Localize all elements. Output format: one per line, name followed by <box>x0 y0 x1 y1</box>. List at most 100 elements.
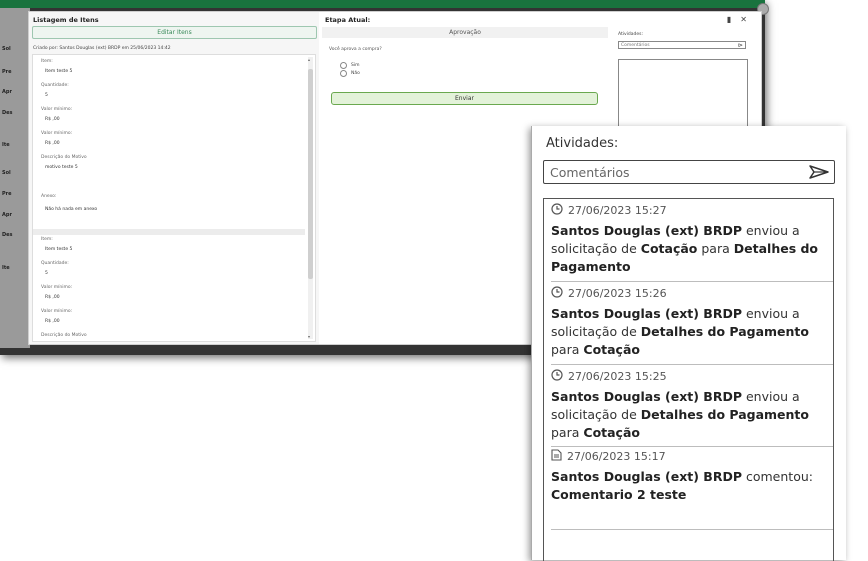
activity-conj: para <box>551 342 580 357</box>
reason-label: Descrição do Motivo <box>41 333 87 338</box>
activity-entry: 27/06/2023 15:27 Santos Douglas (ext) BR… <box>551 202 833 276</box>
divider <box>551 281 833 282</box>
quantity-value: 5 <box>45 93 48 98</box>
radio-button[interactable] <box>340 70 347 77</box>
activity-to: Cotação <box>583 425 640 440</box>
activities-list[interactable]: 27/06/2023 15:27 Santos Douglas (ext) BR… <box>543 198 834 561</box>
max-value: R$ ,00 <box>45 319 60 324</box>
items-panel: Listagem de Itens Editar Itens Criado po… <box>29 12 319 344</box>
reason-label: Descrição do Motivo <box>41 155 87 160</box>
max-value: R$ ,00 <box>45 141 60 146</box>
created-by-text: Criado por: Santos Douglas (ext) BRDP em… <box>33 46 171 51</box>
max-value-label: Valor mínimo: <box>41 131 73 136</box>
radio-button[interactable] <box>340 62 347 69</box>
min-value-label: Valor mínimo: <box>41 285 73 290</box>
activity-entry: 27/06/2023 15:25 Santos Douglas (ext) BR… <box>551 368 833 442</box>
current-stage: Aprovação <box>322 27 608 38</box>
clock-icon <box>551 285 563 301</box>
trash-icon[interactable]: ▮ <box>727 15 731 24</box>
quantity-value: 5 <box>45 271 48 276</box>
activity-comment: Comentario 2 teste <box>551 487 687 502</box>
activity-entry: 27/06/2023 15:26 Santos Douglas (ext) BR… <box>551 285 833 359</box>
activity-text: Santos Douglas (ext) BRDP enviou a solic… <box>551 388 833 442</box>
items-scrollbar[interactable]: ▴ ▾ <box>308 57 313 339</box>
clock-icon <box>551 368 563 384</box>
reason-value: motivo teste 5 <box>45 165 78 170</box>
min-value: R$ ,00 <box>45 295 60 300</box>
comment-input[interactable]: Comentários <box>543 160 835 184</box>
comment-placeholder: Comentários <box>550 165 630 180</box>
current-stage-label: Etapa Atual: <box>325 16 371 24</box>
document-icon <box>551 448 562 464</box>
divider <box>551 364 833 365</box>
timestamp: 27/06/2023 15:26 <box>568 286 667 300</box>
background-label: Ite <box>2 142 10 148</box>
divider <box>551 529 833 530</box>
timestamp: 27/06/2023 15:25 <box>568 369 667 383</box>
activity-from: Cotação <box>640 241 698 256</box>
window-controls: ▮ ✕ <box>727 15 747 24</box>
edit-items-button[interactable]: Editar Itens <box>32 26 317 39</box>
activity-user: Santos Douglas (ext) BRDP <box>551 469 742 484</box>
activity-time: 27/06/2023 15:25 <box>551 368 833 384</box>
radio-option-sim[interactable]: Sim <box>340 62 360 69</box>
timestamp: 27/06/2023 15:17 <box>567 449 666 463</box>
activity-text: Santos Douglas (ext) BRDP enviou a solic… <box>551 305 833 359</box>
background-label: Pre <box>2 191 12 197</box>
background-label: Des <box>2 110 13 116</box>
background-label: Apr <box>2 212 12 218</box>
clock-icon <box>551 202 563 218</box>
items-panel-title: Listagem de Itens <box>33 16 99 24</box>
activity-time: 27/06/2023 15:27 <box>551 202 833 218</box>
activity-entry: 27/06/2023 15:17 Santos Douglas (ext) BR… <box>551 448 833 504</box>
scroll-thumb[interactable] <box>308 69 313 279</box>
activity-user: Santos Douglas (ext) BRDP <box>551 223 742 238</box>
activity-user: Santos Douglas (ext) BRDP <box>551 306 742 321</box>
activity-text: Santos Douglas (ext) BRDP enviou a solic… <box>551 222 833 276</box>
activity-time: 27/06/2023 15:26 <box>551 285 833 301</box>
activity-conj: para <box>551 425 580 440</box>
radio-label: Sim <box>351 63 360 68</box>
approval-question: Você aprova a compra? <box>329 47 382 52</box>
close-icon[interactable]: ✕ <box>740 15 747 24</box>
list-item: Item: Item teste 5 Quantidade: 5 Valor m… <box>35 235 305 341</box>
scroll-down-icon[interactable]: ▾ <box>308 334 310 339</box>
comment-input-small[interactable]: Comentários ⊳ <box>618 41 746 49</box>
send-icon[interactable] <box>808 163 830 185</box>
background-label: Apr <box>2 89 12 95</box>
item-label: Item: <box>41 237 53 242</box>
background-label: Pre <box>2 69 12 75</box>
quantity-label: Quantidade: <box>41 261 69 266</box>
activity-user: Santos Douglas (ext) BRDP <box>551 389 742 404</box>
activity-time: 27/06/2023 15:17 <box>551 448 833 464</box>
item-value: Item teste 5 <box>45 69 73 74</box>
activity-from: Detalhes do Pagamento <box>640 324 809 339</box>
min-value: R$ ,00 <box>45 117 60 122</box>
submit-button[interactable]: Enviar <box>331 92 598 105</box>
activity-from: Detalhes do Pagamento <box>640 407 809 422</box>
activity-conj: para <box>701 241 730 256</box>
radio-label: Não <box>351 71 360 76</box>
item-value: Item teste 5 <box>45 247 73 252</box>
background-label: Sol <box>2 170 11 176</box>
top-bar <box>0 0 765 8</box>
timestamp: 27/06/2023 15:27 <box>568 203 667 217</box>
attachment-label: Anexo: <box>41 194 57 199</box>
item-label: Item: <box>41 59 53 64</box>
background-label: Sol <box>2 46 11 52</box>
background-sidebar: Sol Pre Apr Des Ite Sol Pre Apr Des Ite <box>0 8 30 348</box>
radio-option-nao[interactable]: Não <box>340 70 360 77</box>
quantity-label: Quantidade: <box>41 83 69 88</box>
comment-placeholder-small: Comentários <box>621 43 650 48</box>
scroll-up-icon[interactable]: ▴ <box>308 57 310 62</box>
divider <box>551 446 833 447</box>
activity-to: Cotação <box>583 342 640 357</box>
list-item: Item: Item teste 5 Quantidade: 5 Valor m… <box>35 57 305 227</box>
items-list[interactable]: Item: Item teste 5 Quantidade: 5 Valor m… <box>32 54 316 342</box>
attachment-value: Não há nada em anexo <box>45 207 98 212</box>
activity-verb: comentou: <box>745 469 813 484</box>
activity-text: Santos Douglas (ext) BRDP comentou: Comen… <box>551 468 833 504</box>
activities-title-small: Atividades: <box>618 32 644 37</box>
background-label: Des <box>2 232 13 238</box>
send-icon[interactable]: ⊳ <box>738 42 743 49</box>
